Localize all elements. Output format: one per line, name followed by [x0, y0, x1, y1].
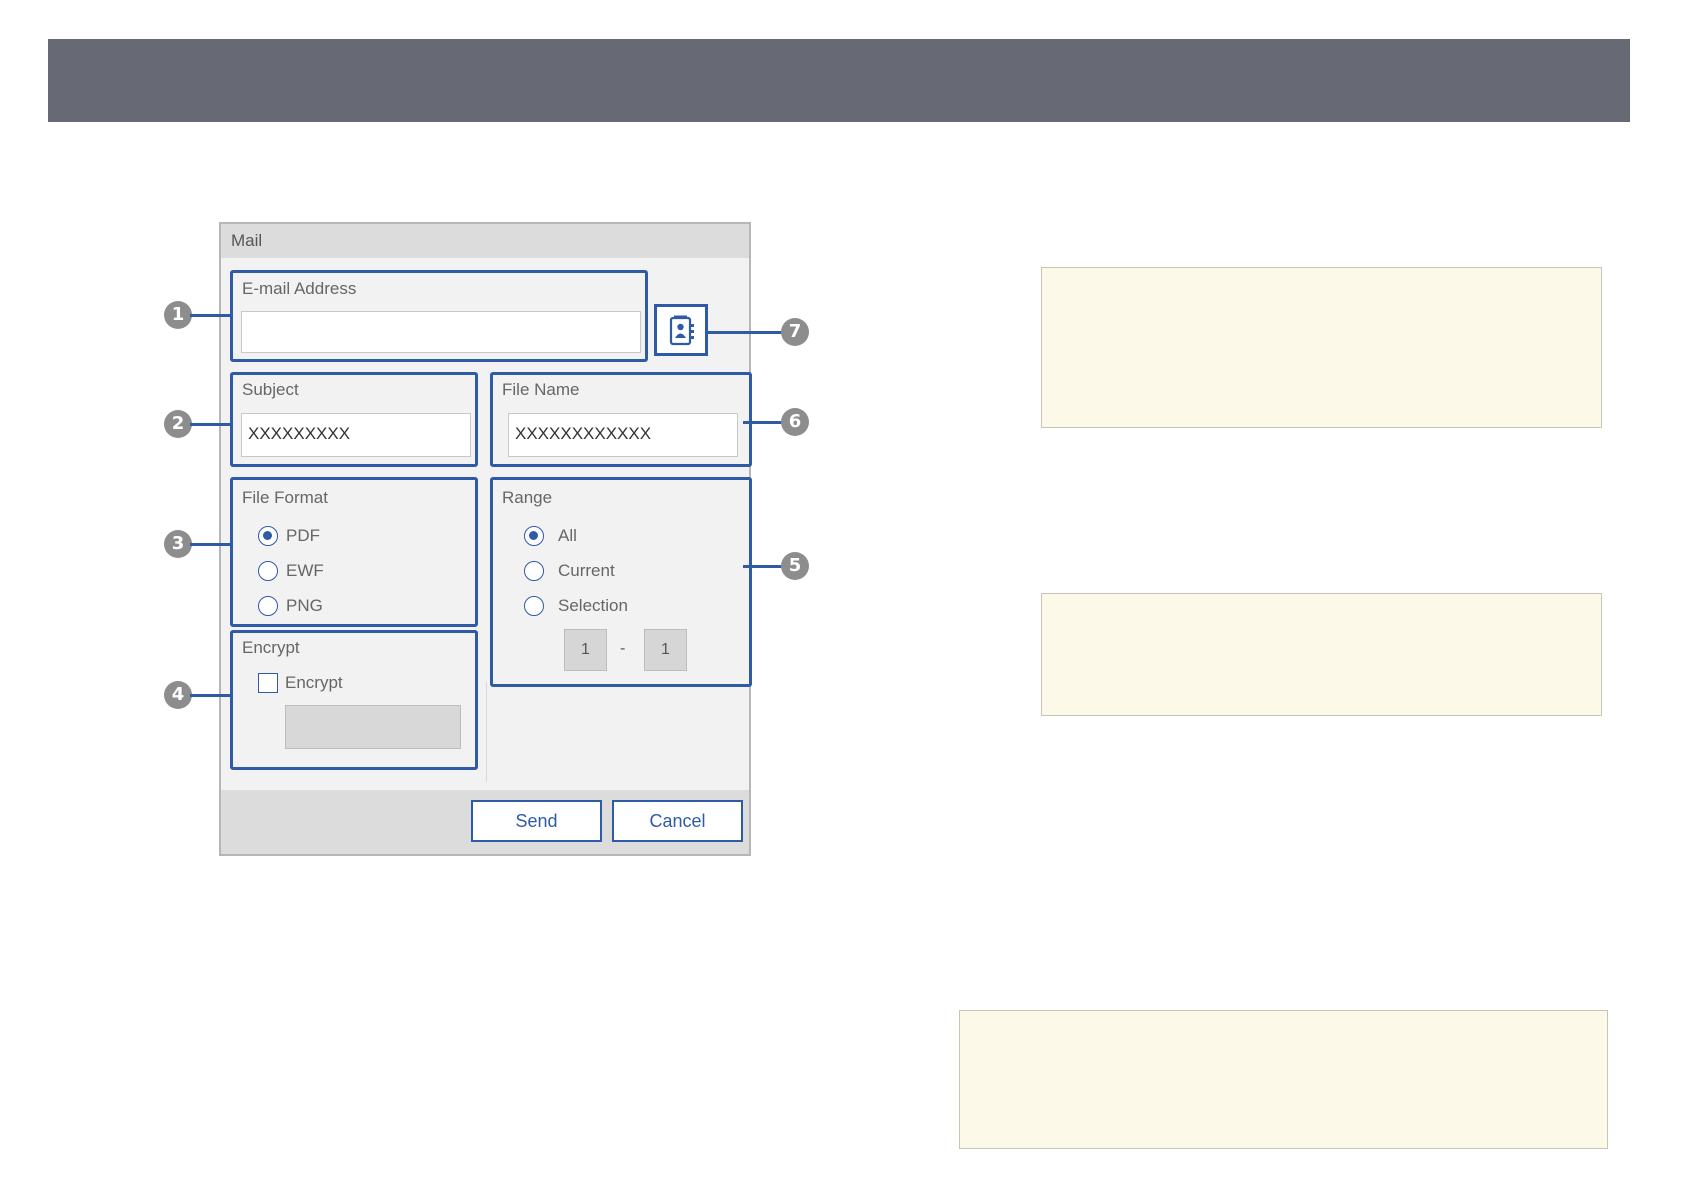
email-address-group: E-mail Address [230, 270, 648, 362]
radio-button[interactable] [258, 596, 278, 616]
leader-line-4 [190, 694, 232, 697]
dialog-footer: Send Cancel [221, 790, 749, 854]
header-bar [48, 39, 1630, 122]
file-name-group: File Name XXXXXXXXXXXX [490, 372, 752, 467]
radio-label: EWF [286, 561, 324, 580]
divider [486, 682, 487, 782]
radio-all[interactable]: All [524, 524, 577, 548]
radio-label: Current [558, 561, 615, 580]
email-address-label: E-mail Address [242, 279, 357, 298]
radio-button[interactable] [524, 561, 544, 581]
subject-label: Subject [242, 380, 299, 399]
range-from-field[interactable]: 1 [564, 629, 607, 671]
encrypt-checkbox[interactable] [258, 673, 278, 693]
leader-line-6 [743, 421, 783, 424]
callout-2: 2 [164, 410, 192, 438]
radio-button[interactable] [524, 526, 544, 546]
encrypt-group: Encrypt Encrypt [230, 630, 478, 770]
note-box [1041, 267, 1602, 428]
note-box [1041, 593, 1602, 716]
address-book-icon [669, 315, 694, 346]
callout-7: 7 [781, 318, 809, 346]
leader-line-3 [190, 543, 232, 546]
radio-button[interactable] [524, 596, 544, 616]
mail-dialog: Mail E-mail Address Subject XXXXXXXXX Fi… [219, 222, 752, 856]
leader-line-5 [743, 565, 783, 568]
file-name-label: File Name [502, 380, 580, 399]
address-book-button[interactable] [654, 304, 708, 356]
file-format-group: File Format PDF EWF PNG [230, 477, 478, 627]
callout-5: 5 [781, 552, 809, 580]
leader-line-1 [190, 314, 232, 317]
radio-label: Selection [558, 596, 628, 615]
range-label: Range [502, 488, 553, 507]
radio-label: PDF [286, 526, 320, 545]
radio-label: PNG [286, 596, 323, 615]
file-format-label: File Format [242, 488, 328, 507]
dialog-title: Mail [221, 224, 749, 258]
range-to-field[interactable]: 1 [644, 629, 687, 671]
callout-4: 4 [164, 681, 192, 709]
range-group: Range All Current Selection 1 - 1 [490, 477, 752, 687]
callout-1: 1 [164, 301, 192, 329]
encrypt-checkbox-label: Encrypt [285, 673, 343, 692]
email-address-input[interactable] [241, 311, 641, 353]
radio-pdf[interactable]: PDF [258, 524, 320, 548]
cancel-button[interactable]: Cancel [612, 800, 743, 842]
subject-input[interactable]: XXXXXXXXX [241, 413, 471, 457]
radio-selection[interactable]: Selection [524, 594, 628, 618]
note-box [959, 1010, 1608, 1149]
radio-button[interactable] [258, 526, 278, 546]
leader-line-7 [706, 331, 783, 334]
encrypt-checkbox-row[interactable]: Encrypt [258, 671, 343, 695]
encrypt-label: Encrypt [242, 638, 300, 657]
file-name-input[interactable]: XXXXXXXXXXXX [508, 413, 738, 457]
range-separator: - [620, 640, 626, 657]
callout-3: 3 [164, 530, 192, 558]
send-button[interactable]: Send [471, 800, 602, 842]
password-field [285, 705, 461, 749]
subject-group: Subject XXXXXXXXX [230, 372, 478, 467]
radio-button[interactable] [258, 561, 278, 581]
callout-6: 6 [781, 408, 809, 436]
leader-line-2 [190, 423, 232, 426]
radio-label: All [558, 526, 577, 545]
radio-png[interactable]: PNG [258, 594, 323, 618]
radio-ewf[interactable]: EWF [258, 559, 324, 583]
radio-current[interactable]: Current [524, 559, 615, 583]
